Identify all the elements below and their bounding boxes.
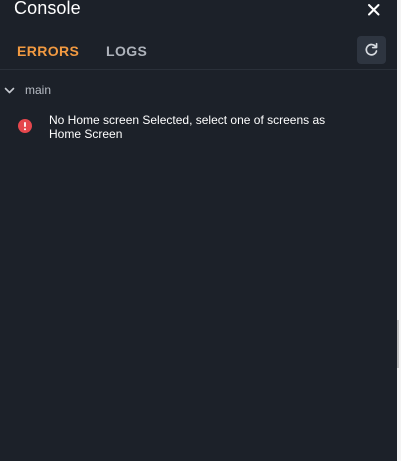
console-title: Console <box>14 0 81 18</box>
error-message: No Home screen Selected, select one of s… <box>49 113 326 141</box>
chevron-down-icon <box>4 87 15 94</box>
close-button[interactable] <box>364 0 384 20</box>
scrollbar-track[interactable] <box>397 0 401 461</box>
refresh-icon <box>365 42 378 56</box>
console-panel: Console ERRORS LOGS main No Home screen … <box>0 0 397 461</box>
group-main[interactable]: main <box>0 82 397 100</box>
tab-logs[interactable]: LOGS <box>106 43 147 59</box>
scrollbar-thumb[interactable] <box>397 320 399 368</box>
error-icon <box>18 119 32 133</box>
tab-errors[interactable]: ERRORS <box>17 43 79 59</box>
close-icon <box>368 4 380 16</box>
error-item[interactable]: No Home screen Selected, select one of s… <box>0 110 397 144</box>
group-label: main <box>25 83 52 97</box>
console-tabs: ERRORS LOGS <box>0 33 397 70</box>
refresh-button[interactable] <box>357 36 386 64</box>
